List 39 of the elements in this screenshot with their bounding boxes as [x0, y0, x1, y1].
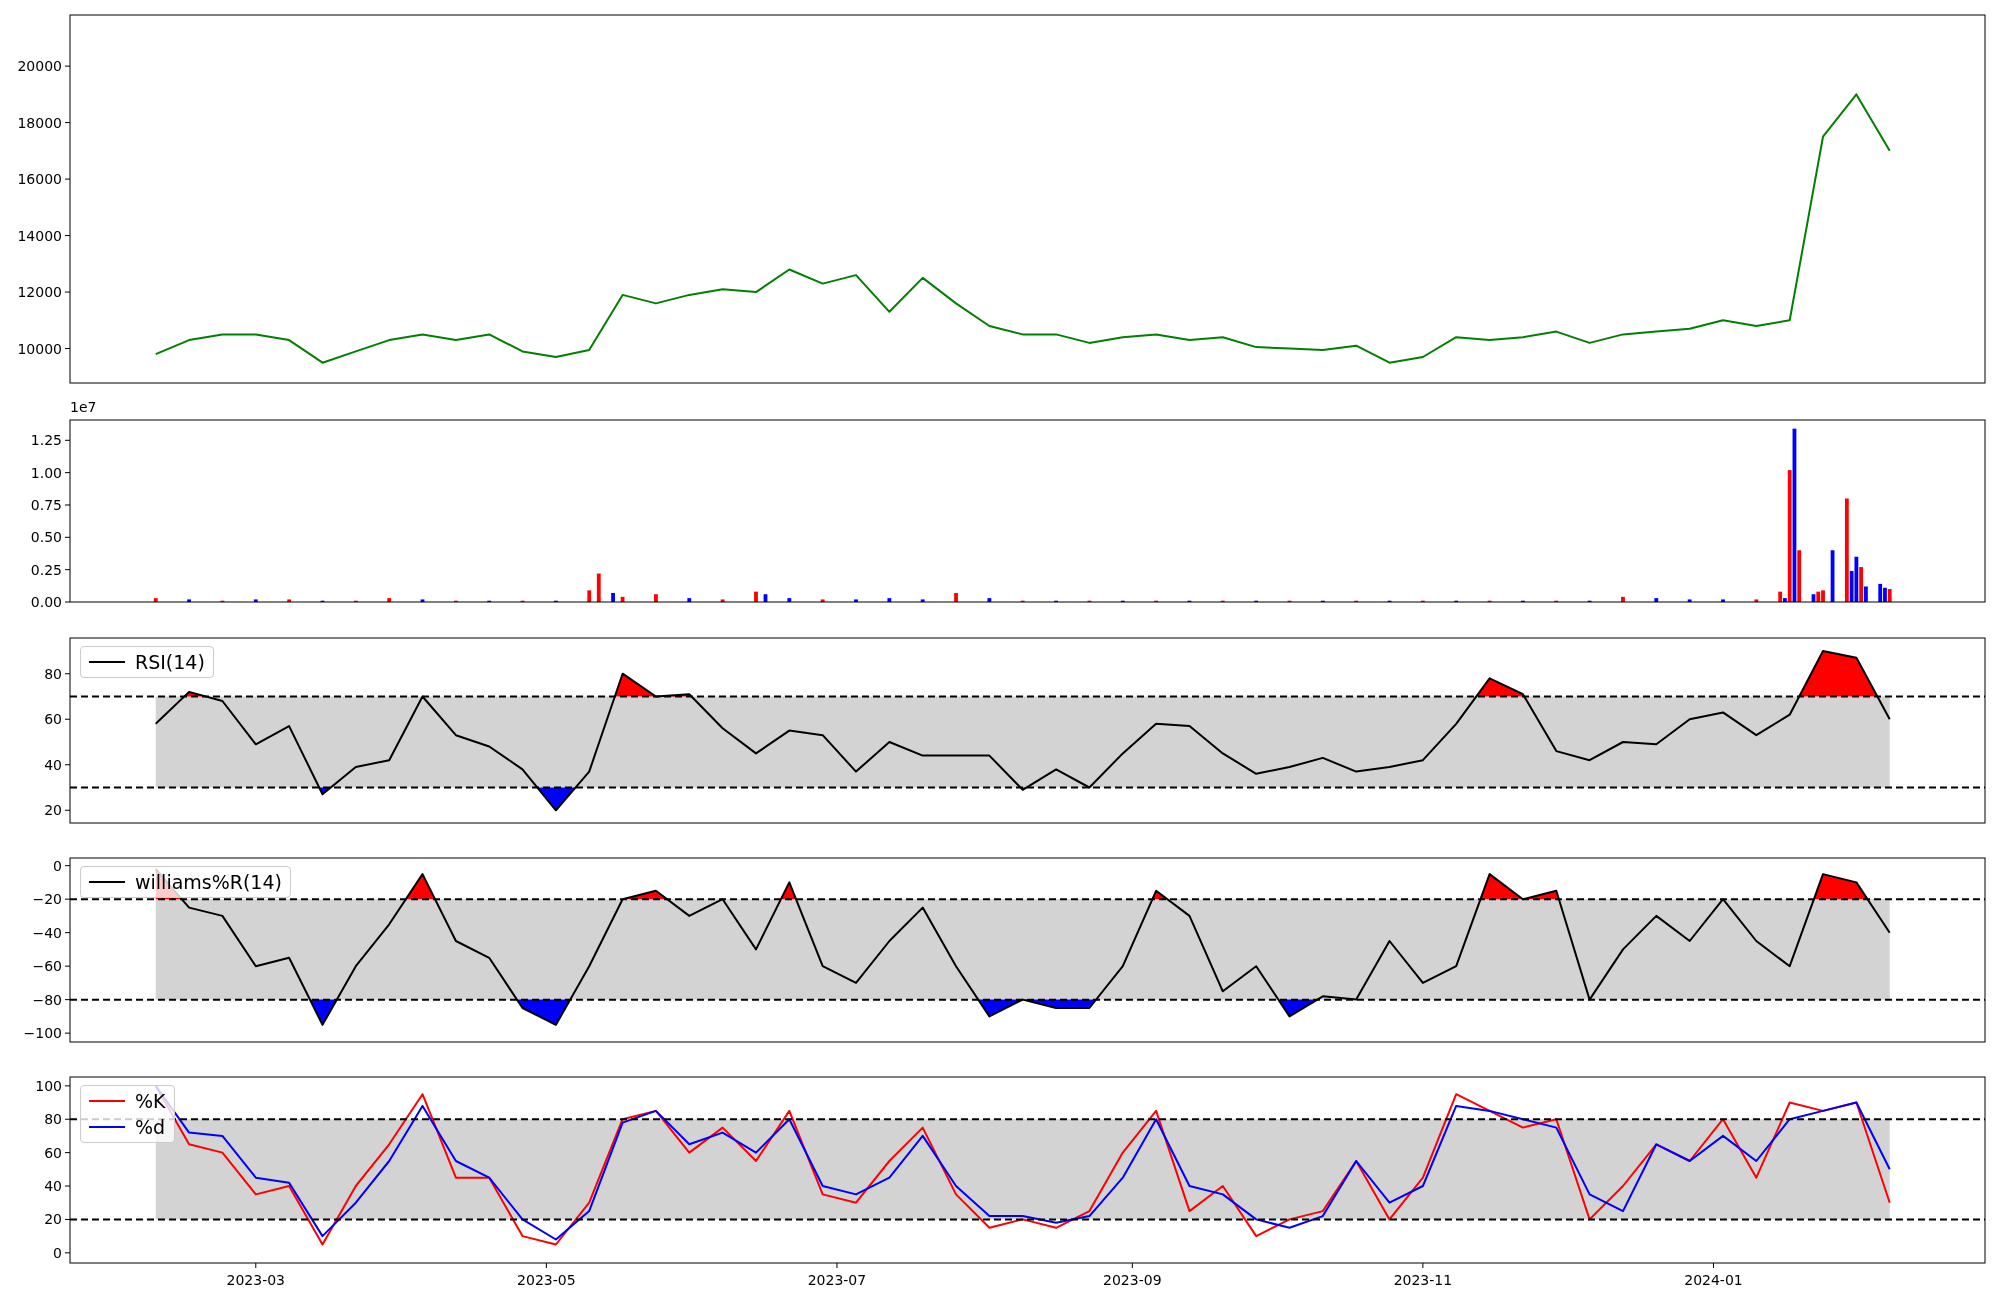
tick-label: 2023-11	[1393, 1272, 1453, 1288]
tick-label: 0	[53, 1244, 62, 1261]
tick-label: 0.50	[30, 529, 62, 546]
tick-label: 0.75	[30, 497, 62, 513]
legend-label: %d	[135, 1115, 166, 1140]
tick-label: 60	[44, 711, 62, 728]
tick-label: 0	[53, 857, 62, 874]
tick-label: −100	[23, 1025, 62, 1042]
tick-label: 18000	[17, 114, 62, 131]
tick-label: 100	[35, 1077, 62, 1094]
legend-label: %K	[135, 1089, 166, 1114]
tick-label: 2024-01	[1684, 1272, 1743, 1288]
tick-label: 1.25	[30, 432, 62, 449]
tick-label: 0.00	[30, 594, 62, 610]
tick-label: −20	[32, 891, 62, 908]
tick-label: 2023-05	[517, 1272, 576, 1288]
tick-label: 40	[44, 756, 62, 773]
legend-label: RSI(14)	[135, 650, 205, 675]
tick-label: 12000	[17, 284, 62, 301]
tick-label: 14000	[17, 227, 62, 244]
tick-label: 40	[44, 1178, 62, 1195]
tick-label: 2023-03	[226, 1272, 286, 1288]
tick-label: 10000	[17, 340, 62, 357]
tick-label: 20000	[17, 58, 62, 75]
tick-label: 16000	[17, 171, 62, 188]
tick-label: 20	[44, 1211, 62, 1228]
tick-label: 20	[44, 802, 62, 819]
tick-label: 0.25	[30, 561, 62, 578]
tick-label: −80	[32, 991, 62, 1008]
tick-label: 60	[44, 1144, 62, 1161]
tick-label: 2023-09	[1103, 1272, 1162, 1288]
tick-label: 1.00	[30, 464, 62, 481]
legend-label: williams%R(14)	[135, 870, 282, 895]
tick-label: 80	[44, 665, 62, 682]
tick-label: −60	[32, 958, 62, 975]
axis-offset-label: 1e7	[70, 399, 97, 415]
tick-label: 80	[44, 1111, 62, 1128]
tick-label: 2023-07	[807, 1272, 867, 1288]
tick-label: −40	[32, 924, 62, 941]
